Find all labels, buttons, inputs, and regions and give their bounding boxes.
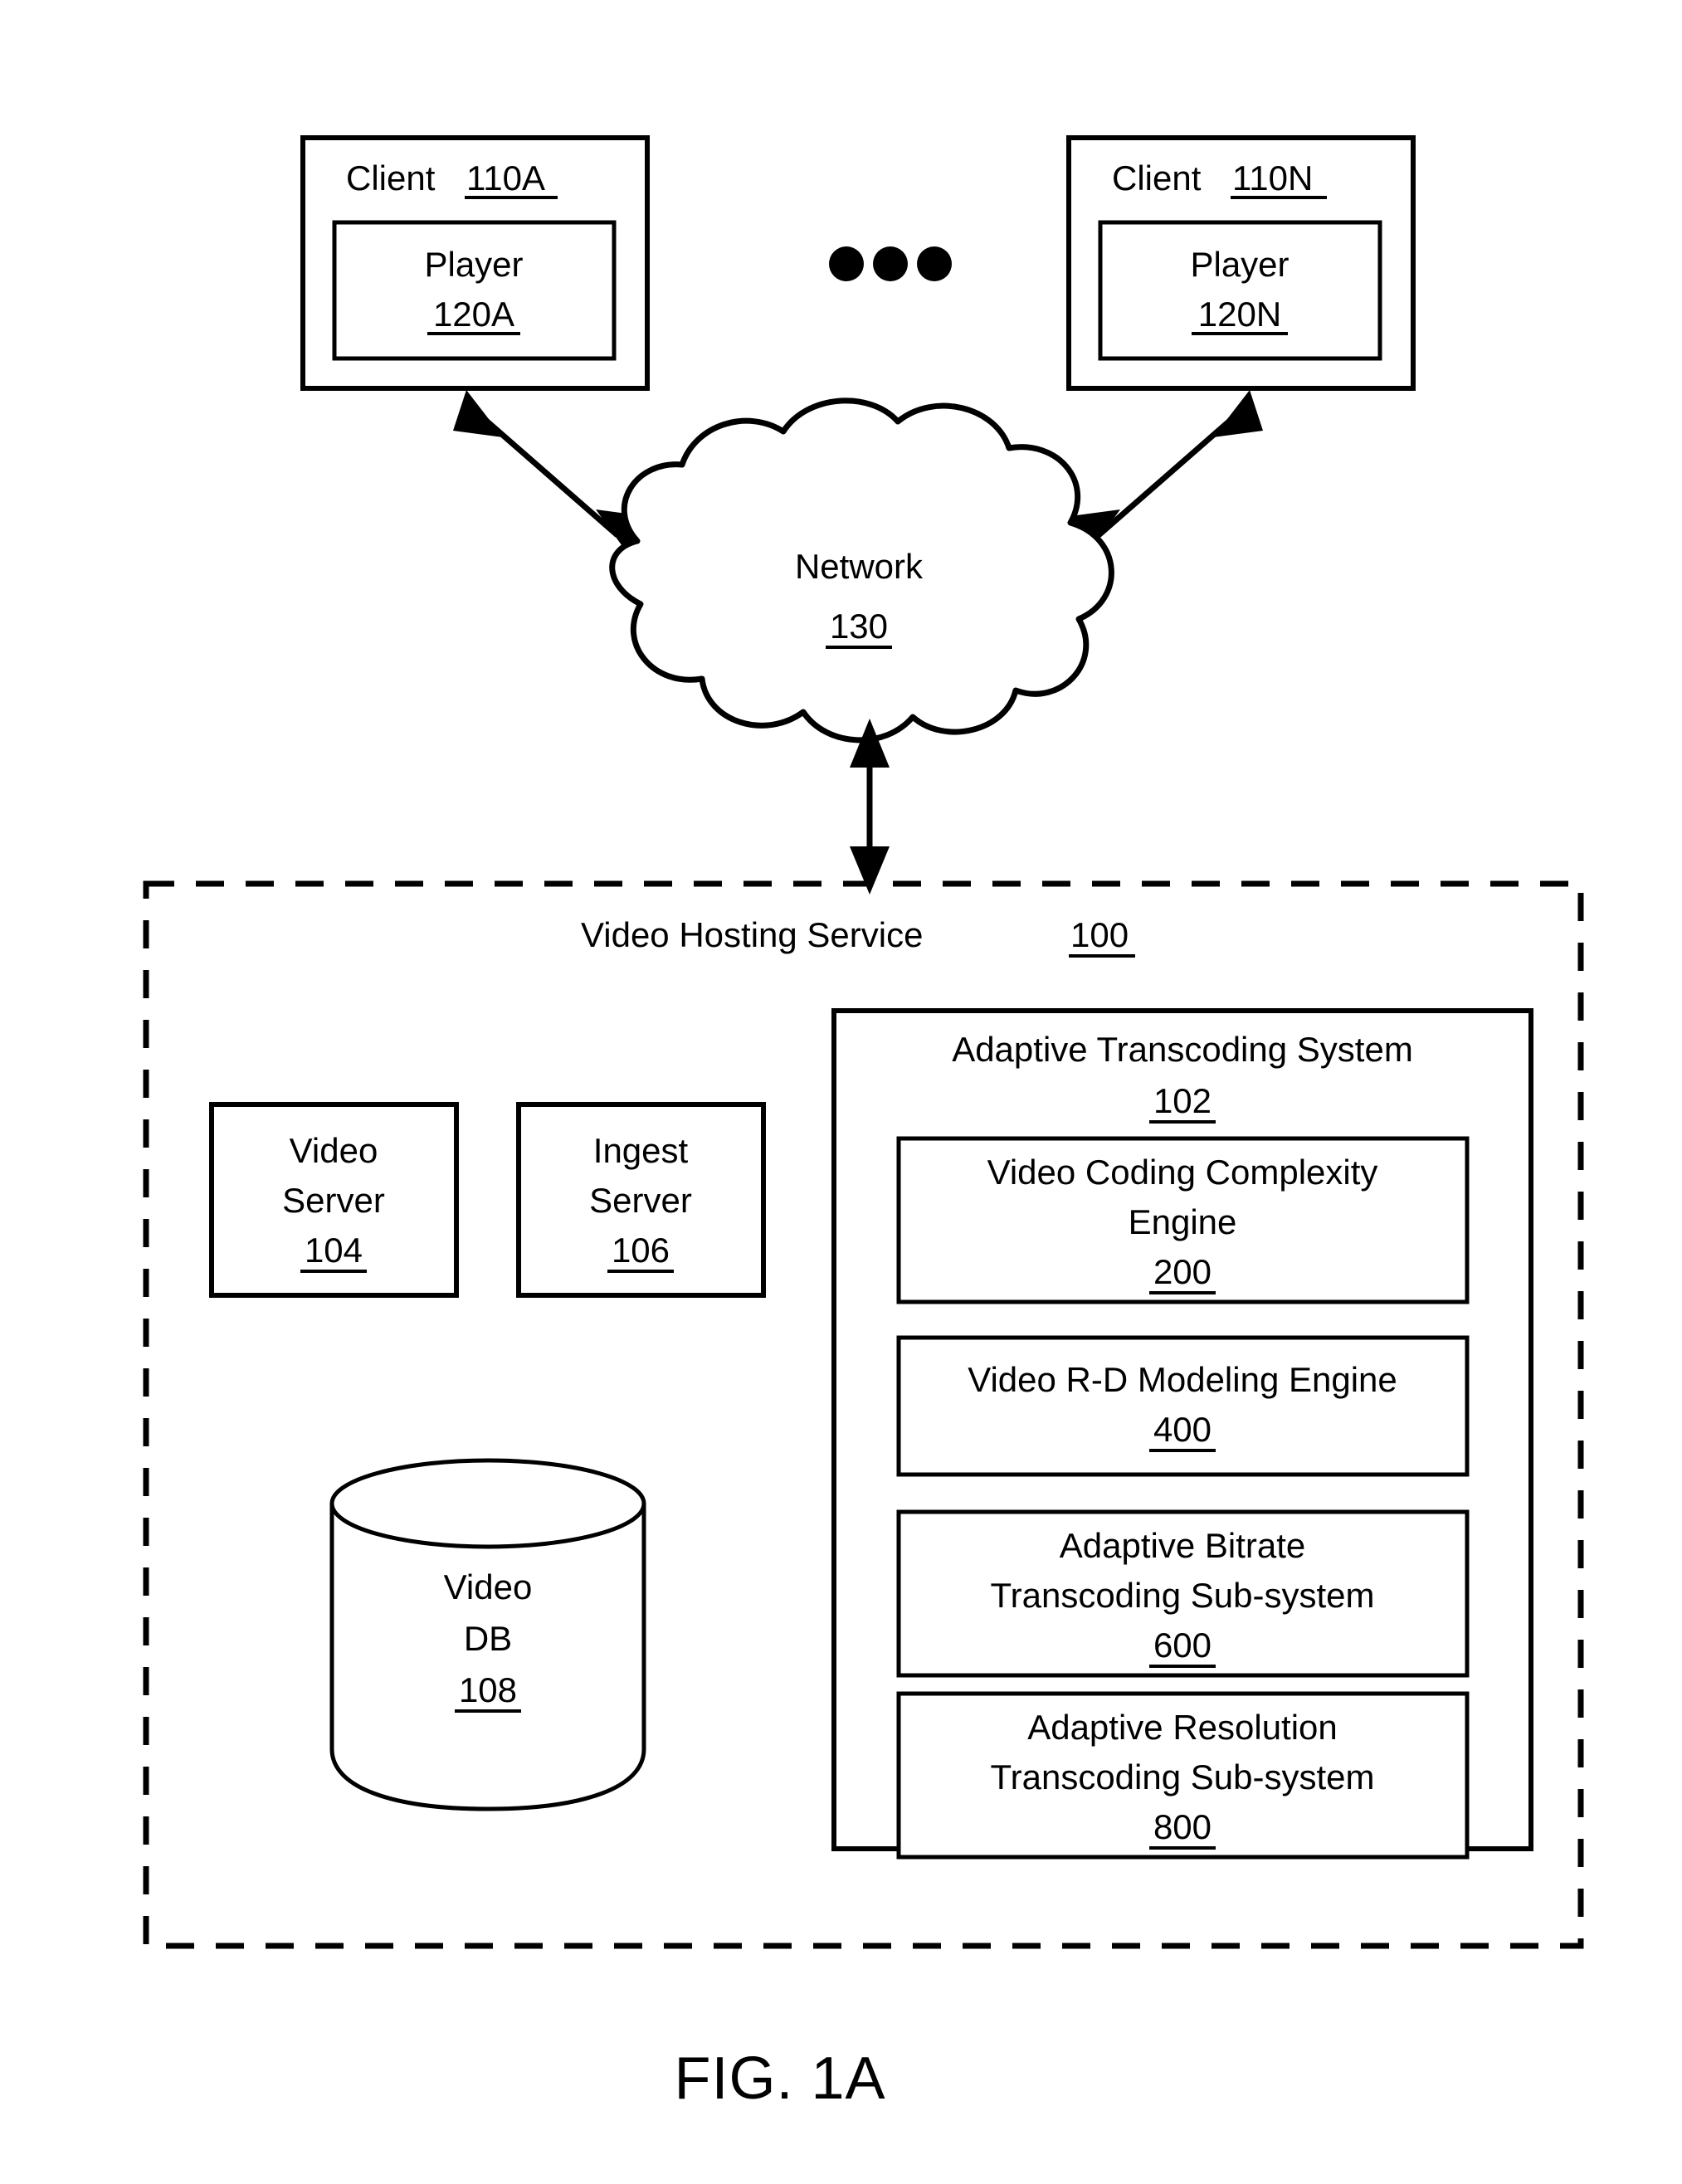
module-800-line2: Transcoding Sub-system: [991, 1757, 1375, 1796]
module-200-ref: 200: [1153, 1252, 1212, 1291]
video-hosting-service-ref: 100: [1070, 915, 1129, 954]
module-800-line1: Adaptive Resolution: [1027, 1708, 1338, 1747]
ellipsis-dot-2: [873, 246, 908, 281]
player-n-ref: 120N: [1198, 295, 1281, 334]
more-clients-ellipsis: [829, 246, 952, 281]
connector-client-n-network-line: [1096, 412, 1239, 538]
module-600-ref: 600: [1153, 1626, 1212, 1665]
ingest-server-line2: Server: [589, 1181, 692, 1220]
adaptive-transcoding-system-ref: 102: [1153, 1081, 1212, 1120]
video-db-cylinder: Video DB 108: [329, 1458, 646, 1811]
module-video-rd-modeling-engine: Video R-D Modeling Engine 400: [896, 1335, 1470, 1477]
ingest-server-box: Ingest Server 106: [516, 1102, 766, 1298]
module-200-line2: Engine: [1129, 1202, 1237, 1241]
diagram-canvas: Client 110A Player 120A Client 110N Play…: [143, 135, 1584, 2112]
player-a-label: Player: [424, 245, 523, 284]
network-label: Network: [795, 547, 924, 586]
connector-client-n-network: [1070, 390, 1263, 558]
connector-network-service: [850, 719, 890, 895]
figure-caption: FIG. 1A: [674, 2045, 885, 2112]
module-adaptive-resolution-transcoding-subsystem: Adaptive Resolution Transcoding Sub-syst…: [896, 1691, 1470, 1860]
ellipsis-dot-1: [829, 246, 864, 281]
ingest-server-ref: 106: [612, 1231, 670, 1270]
video-server-box: Video Server 104: [209, 1102, 459, 1298]
video-db-line1: Video: [444, 1567, 533, 1606]
player-a-rect: [332, 220, 617, 361]
video-db-line2: DB: [464, 1619, 512, 1658]
arrowhead-toward-service: [850, 846, 890, 895]
video-db-ref: 108: [459, 1670, 517, 1709]
module-400-line1: Video R-D Modeling Engine: [968, 1360, 1397, 1399]
player-n-rect: [1098, 220, 1382, 361]
module-400-rect: [896, 1335, 1470, 1477]
module-200-line1: Video Coding Complexity: [987, 1153, 1378, 1192]
module-adaptive-bitrate-transcoding-subsystem: Adaptive Bitrate Transcoding Sub-system …: [896, 1509, 1470, 1678]
ellipsis-dot-3: [917, 246, 952, 281]
client-box-110n: Client 110N Player 120N: [1066, 135, 1416, 391]
module-video-coding-complexity-engine: Video Coding Complexity Engine 200: [896, 1136, 1470, 1304]
video-server-line1: Video: [290, 1131, 378, 1170]
connector-client-a-network: [453, 390, 646, 558]
module-600-line1: Adaptive Bitrate: [1060, 1526, 1306, 1565]
adaptive-transcoding-system-panel: Adaptive Transcoding System 102 Video Co…: [831, 1008, 1533, 1860]
network-cloud: Network 130: [609, 397, 1114, 743]
video-server-ref: 104: [305, 1231, 363, 1270]
client-n-ref: 110N: [1232, 158, 1313, 197]
video-hosting-service-label: Video Hosting Service: [581, 915, 923, 954]
client-box-110a: Client 110A Player 120A: [300, 135, 650, 391]
adaptive-transcoding-system-label: Adaptive Transcoding System: [952, 1030, 1413, 1069]
arrowhead-toward-client-a: [453, 390, 503, 437]
client-n-label: Client: [1112, 158, 1202, 197]
module-400-ref: 400: [1153, 1410, 1212, 1449]
video-db-top-ellipse: [329, 1458, 646, 1549]
module-800-ref: 800: [1153, 1807, 1212, 1846]
ingest-server-line1: Ingest: [593, 1131, 689, 1170]
patent-figure-1a: Client 110A Player 120A Client 110N Play…: [0, 0, 1682, 2184]
video-server-line2: Server: [282, 1181, 385, 1220]
network-ref: 130: [830, 607, 888, 646]
module-600-line2: Transcoding Sub-system: [991, 1576, 1375, 1615]
player-a-ref: 120A: [433, 295, 514, 334]
client-a-ref: 110A: [466, 158, 545, 197]
player-n-label: Player: [1190, 245, 1289, 284]
arrowhead-toward-client-n: [1213, 390, 1263, 437]
client-a-label: Client: [346, 158, 436, 197]
connector-client-a-network-line: [477, 412, 620, 538]
